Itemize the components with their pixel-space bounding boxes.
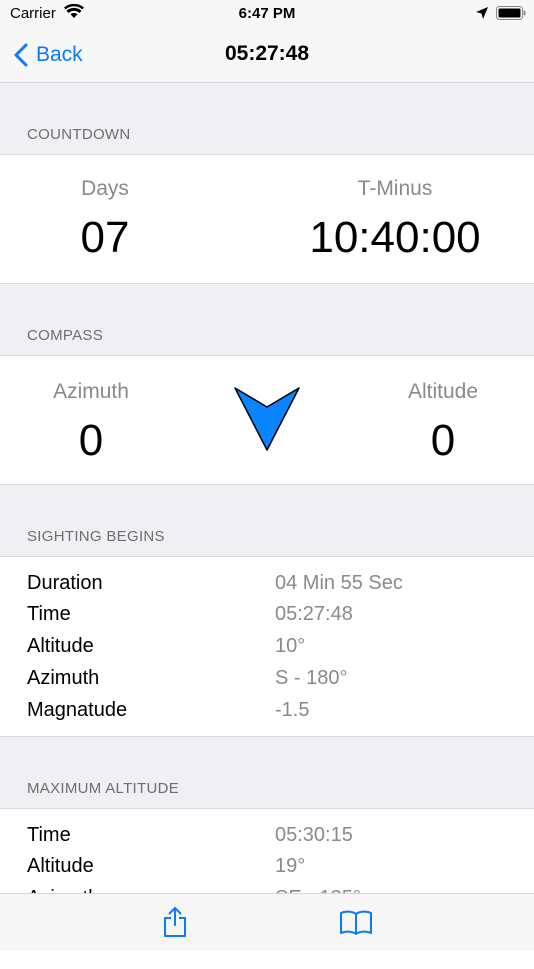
altitude-label: Altitude [407, 380, 479, 403]
tminus-label: T-Minus [357, 177, 433, 200]
row-value: 10° [275, 635, 306, 657]
row-label: Azimuth [27, 667, 100, 689]
book-icon[interactable] [339, 910, 373, 936]
location-arrow-icon [476, 7, 488, 19]
section-header-maximum-altitude: MAXIMUM ALTITUDE [27, 780, 180, 797]
row-label: Altitude [27, 635, 94, 657]
tab-bar [0, 893, 534, 951]
countdown-card: Days 07 T-Minus 10:40:00 [0, 154, 534, 284]
days-label: Days [81, 177, 129, 200]
tminus-value: 10:40:00 [309, 213, 481, 262]
status-bar: Carrier 6:47 PM [0, 0, 534, 30]
status-time: 6:47 PM [238, 5, 296, 22]
azimuth-label: Azimuth [53, 380, 129, 403]
compass-arrow-icon [234, 387, 300, 451]
navigation-bar: Back 05:27:48 [0, 30, 534, 83]
battery-icon [496, 6, 526, 20]
row-label: Altitude [27, 855, 94, 877]
row-value: -1.5 [275, 699, 310, 721]
row-label: Time [27, 824, 71, 846]
row-label: Magnatude [27, 699, 128, 721]
page-title: 05:27:48 [224, 42, 310, 65]
days-value: 07 [80, 213, 130, 262]
row-value: 04 Min 55 Sec [275, 572, 403, 594]
row-value: 19° [275, 855, 306, 877]
row-label: Duration [27, 572, 103, 594]
row-value: 05:30:15 [275, 824, 353, 846]
row-value: S - 180° [275, 667, 348, 689]
section-header-countdown: COUNTDOWN [27, 126, 131, 143]
section-header-compass: COMPASS [27, 327, 104, 344]
sighting-begins-card: Duration 04 Min 55 Sec Time 05:27:48 Alt… [0, 556, 534, 737]
share-icon[interactable] [162, 906, 188, 938]
section-header-sighting-begins: SIGHTING BEGINS [27, 528, 165, 545]
compass-card: Azimuth 0 Altitude 0 [0, 355, 534, 485]
altitude-value: 0 [430, 416, 456, 465]
azimuth-value: 0 [78, 416, 104, 465]
row-label: Time [27, 603, 71, 625]
row-value: 05:27:48 [275, 603, 353, 625]
